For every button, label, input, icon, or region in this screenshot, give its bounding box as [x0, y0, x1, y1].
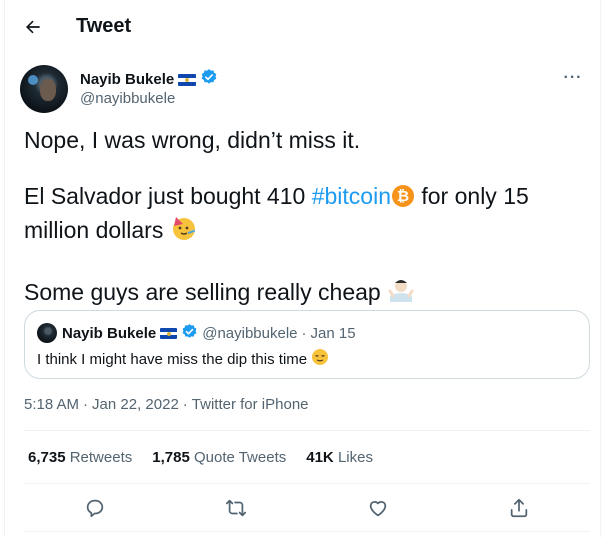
tweet-text: Nope, I was wrong, didn’t miss it. El Sa… [24, 126, 584, 310]
quote-author-handle: @nayibbukele [202, 325, 298, 342]
quote-text: I think I might have miss the dip this t… [37, 351, 308, 368]
tweet-detail-column: Tweet Nayib Bukele @nayibbukele ··· Nope… [4, 0, 601, 537]
divider [24, 483, 590, 484]
author-handle[interactable]: @nayibbukele [80, 90, 175, 107]
page-title: Tweet [76, 15, 132, 37]
engagement-stats: 6,735 Retweets 1,785 Quote Tweets 41K Li… [28, 449, 373, 466]
relieved-face-emoji [311, 348, 329, 372]
divider [24, 430, 590, 431]
quote-date[interactable]: Jan 15 [311, 325, 356, 342]
separator: · [83, 396, 89, 413]
tweet-metadata: 5:18 AM · Jan 22, 2022 · Twitter for iPh… [24, 396, 309, 413]
stat-likes[interactable]: 41K Likes [306, 449, 373, 466]
verified-badge-icon [181, 323, 198, 344]
separator: · [182, 396, 188, 413]
party-face-emoji [170, 214, 198, 248]
el-salvador-flag-icon [178, 73, 197, 86]
tweet-line: El Salvador just bought 410 #bitcoin ₿ fo… [24, 182, 584, 248]
bitcoin-logo-icon: ₿ [391, 184, 415, 214]
share-icon[interactable] [501, 490, 537, 526]
retweet-icon[interactable] [218, 490, 254, 526]
quoted-tweet[interactable]: Nayib Bukele @nayibbukele · Jan 15 I thi… [24, 310, 590, 379]
tweet-author: Nayib Bukele @nayibbukele ··· [20, 64, 585, 114]
tweet-source[interactable]: Twitter for iPhone [192, 396, 309, 413]
like-icon[interactable] [360, 490, 396, 526]
el-salvador-flag-icon [160, 328, 178, 339]
tweet-line: Some guys are selling really cheap [24, 276, 584, 310]
page-header: Tweet [5, 0, 602, 53]
tweet-date[interactable]: Jan 22, 2022 [92, 396, 179, 413]
author-name[interactable]: Nayib Bukele [80, 71, 174, 88]
quote-author-name: Nayib Bukele [62, 325, 157, 342]
separator: · [301, 325, 307, 342]
svg-text:₿: ₿ [397, 187, 409, 205]
verified-badge-icon [200, 68, 218, 91]
avatar[interactable] [37, 323, 57, 343]
tweet-actions [24, 490, 590, 526]
arrow-left-icon[interactable] [19, 13, 47, 41]
divider [24, 531, 590, 532]
reply-icon[interactable] [77, 490, 113, 526]
stat-quote-tweets[interactable]: 1,785 Quote Tweets [152, 449, 286, 466]
avatar[interactable] [20, 65, 68, 113]
stat-retweets[interactable]: 6,735 Retweets [28, 449, 132, 466]
tweet-time[interactable]: 5:18 AM [24, 396, 79, 413]
tweet-line: Nope, I was wrong, didn’t miss it. [24, 127, 361, 153]
more-options-icon[interactable]: ··· [563, 68, 583, 88]
shrugging-man-emoji [387, 276, 415, 310]
hashtag-link[interactable]: #bitcoin [312, 183, 391, 209]
